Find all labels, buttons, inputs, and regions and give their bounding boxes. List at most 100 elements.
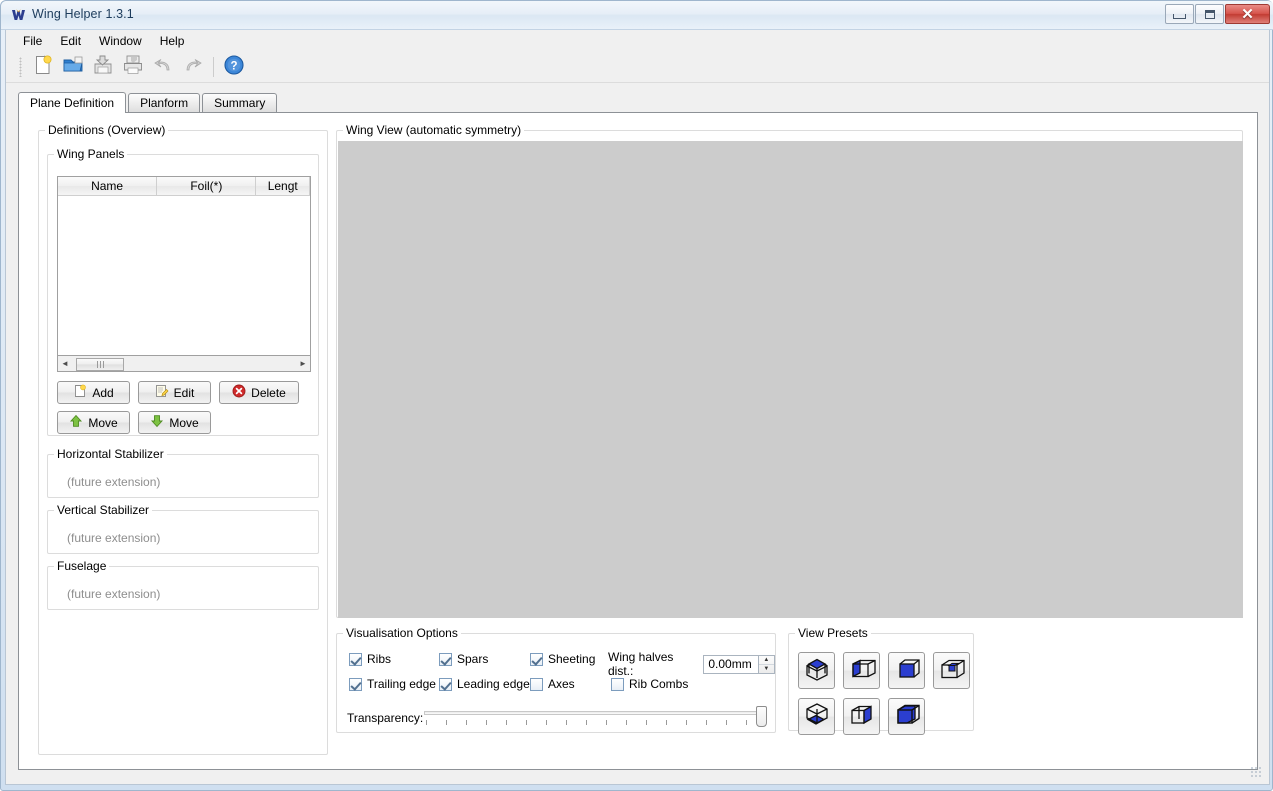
- maximize-button[interactable]: [1195, 4, 1224, 24]
- visualisation-options-group: Visualisation Options Ribs Spars Sheetin…: [336, 626, 776, 733]
- column-header-foil[interactable]: Foil(*): [157, 177, 257, 195]
- move-up-button[interactable]: Move: [57, 411, 130, 434]
- checkbox-leading-edge-box[interactable]: [439, 677, 452, 691]
- menu-bar: File Edit Window Help: [6, 30, 1269, 51]
- vertical-stabilizer-legend: Vertical Stabilizer: [54, 503, 153, 517]
- toolbar: ?: [6, 51, 1269, 83]
- table-header-row: Name Foil(*) Lengt: [58, 177, 310, 196]
- scroll-thumb[interactable]: [76, 357, 124, 371]
- toolbar-grip[interactable]: [19, 56, 22, 77]
- preset-bottom-view-button[interactable]: [798, 698, 835, 735]
- scroll-left-arrow-icon[interactable]: ◄: [58, 357, 72, 371]
- open-folder-button[interactable]: [59, 54, 87, 80]
- cube-front-face-icon: [893, 655, 921, 686]
- checkbox-ribs-box[interactable]: [349, 652, 362, 666]
- wing-panels-table[interactable]: Name Foil(*) Lengt: [57, 176, 311, 356]
- checkbox-sheeting-box[interactable]: [530, 652, 543, 666]
- view-presets-group: View Presets: [788, 626, 974, 735]
- delete-icon: [232, 384, 246, 401]
- arrow-down-icon: [150, 414, 164, 431]
- checkbox-axes[interactable]: Axes: [530, 677, 575, 691]
- help-icon: ?: [223, 54, 245, 79]
- checkbox-rib-combs-box[interactable]: [611, 677, 624, 691]
- preset-iso-view-button[interactable]: [888, 698, 925, 735]
- print-icon: [122, 54, 144, 79]
- preset-top-view-button[interactable]: [798, 652, 835, 689]
- transparency-slider-track[interactable]: [424, 711, 764, 715]
- transparency-slider-thumb[interactable]: [756, 706, 767, 727]
- edit-button[interactable]: Edit: [138, 381, 211, 404]
- wing-panels-legend: Wing Panels: [54, 147, 128, 161]
- wing-halves-distance-label: Wing halves dist.:: [608, 650, 674, 678]
- checkbox-trailing-edge[interactable]: Trailing edge: [349, 677, 436, 691]
- transparency-slider[interactable]: [424, 706, 769, 730]
- scroll-right-arrow-icon[interactable]: ►: [296, 357, 310, 371]
- minimize-button[interactable]: [1165, 4, 1194, 24]
- menu-window[interactable]: Window: [90, 31, 151, 51]
- checkbox-rib-combs[interactable]: Rib Combs: [611, 677, 688, 691]
- print-button[interactable]: [119, 54, 147, 80]
- preset-left-view-button[interactable]: [843, 652, 880, 689]
- horizontal-stabilizer-legend: Horizontal Stabilizer: [54, 447, 167, 461]
- definitions-overview-legend: Definitions (Overview): [45, 123, 169, 137]
- add-button-label: Add: [92, 385, 114, 400]
- window-controls: ✕: [1165, 4, 1270, 24]
- tab-plane-definition[interactable]: Plane Definition: [18, 92, 127, 113]
- tab-planform[interactable]: Planform: [128, 93, 201, 112]
- help-button[interactable]: ?: [220, 54, 248, 80]
- checkbox-spars[interactable]: Spars: [439, 652, 488, 666]
- new-file-button[interactable]: [29, 54, 57, 80]
- scroll-track[interactable]: [72, 356, 296, 371]
- checkbox-rib-combs-label: Rib Combs: [629, 677, 689, 691]
- wing-halves-distance-control: Wing halves dist.: 0.00mm ▲ ▼: [608, 650, 775, 678]
- preset-inside-view-button[interactable]: [933, 652, 970, 689]
- fuselage-group: Fuselage (future extension): [47, 559, 319, 610]
- checkbox-axes-box[interactable]: [530, 677, 543, 691]
- save-button[interactable]: [89, 54, 117, 80]
- redo-button[interactable]: [179, 54, 207, 80]
- undo-button[interactable]: [149, 54, 177, 80]
- column-header-length[interactable]: Lengt: [256, 177, 310, 195]
- close-icon: ✕: [1241, 5, 1254, 23]
- checkbox-trailing-edge-box[interactable]: [349, 677, 362, 691]
- delete-button[interactable]: Delete: [219, 381, 299, 404]
- tab-summary[interactable]: Summary: [202, 93, 278, 112]
- wing-panels-horizontal-scrollbar[interactable]: ◄ ►: [57, 356, 311, 372]
- fuselage-placeholder: (future extension): [67, 587, 161, 601]
- move-down-button[interactable]: Move: [138, 411, 211, 434]
- menu-edit[interactable]: Edit: [51, 31, 90, 51]
- scroll-thumb-grip-icon: [96, 360, 104, 368]
- client-area: File Edit Window Help ? Plane Definition…: [5, 30, 1270, 785]
- checkbox-spars-box[interactable]: [439, 652, 452, 666]
- transparency-label: Transparency:: [347, 711, 424, 725]
- checkbox-axes-label: Axes: [548, 677, 575, 691]
- cube-bottom-face-icon: [803, 701, 831, 732]
- preset-front-view-button[interactable]: [888, 652, 925, 689]
- cube-top-face-icon: [803, 655, 831, 686]
- resize-grip-icon[interactable]: [1250, 766, 1263, 779]
- column-header-name[interactable]: Name: [58, 177, 158, 195]
- edit-icon: [155, 384, 169, 401]
- menu-help[interactable]: Help: [151, 31, 194, 51]
- new-file-icon: [32, 54, 54, 79]
- checkbox-sheeting[interactable]: Sheeting: [530, 652, 595, 666]
- stepper-down-icon[interactable]: ▼: [759, 665, 774, 673]
- checkbox-leading-edge-label: Leading edge: [457, 677, 530, 691]
- add-button[interactable]: Add: [57, 381, 130, 404]
- stepper-up-icon[interactable]: ▲: [758, 656, 774, 665]
- checkbox-ribs[interactable]: Ribs: [349, 652, 391, 666]
- wing-halves-distance-stepper[interactable]: ▲ ▼: [758, 654, 775, 674]
- wing-view-3d-viewport[interactable]: [338, 141, 1243, 618]
- wing-halves-distance-input[interactable]: 0.00mm: [703, 654, 759, 674]
- minimize-icon: [1173, 14, 1186, 19]
- cube-left-face-icon: [848, 655, 876, 686]
- preset-right-view-button[interactable]: [843, 698, 880, 735]
- table-body: [58, 196, 310, 336]
- cube-inside-face-icon: [938, 655, 966, 686]
- checkbox-ribs-label: Ribs: [367, 652, 392, 666]
- close-button[interactable]: ✕: [1225, 4, 1270, 24]
- tab-strip: Plane Definition Planform Summary: [18, 92, 1258, 113]
- menu-file[interactable]: File: [14, 31, 51, 51]
- checkbox-leading-edge[interactable]: Leading edge: [439, 677, 530, 691]
- arrow-up-icon: [69, 414, 83, 431]
